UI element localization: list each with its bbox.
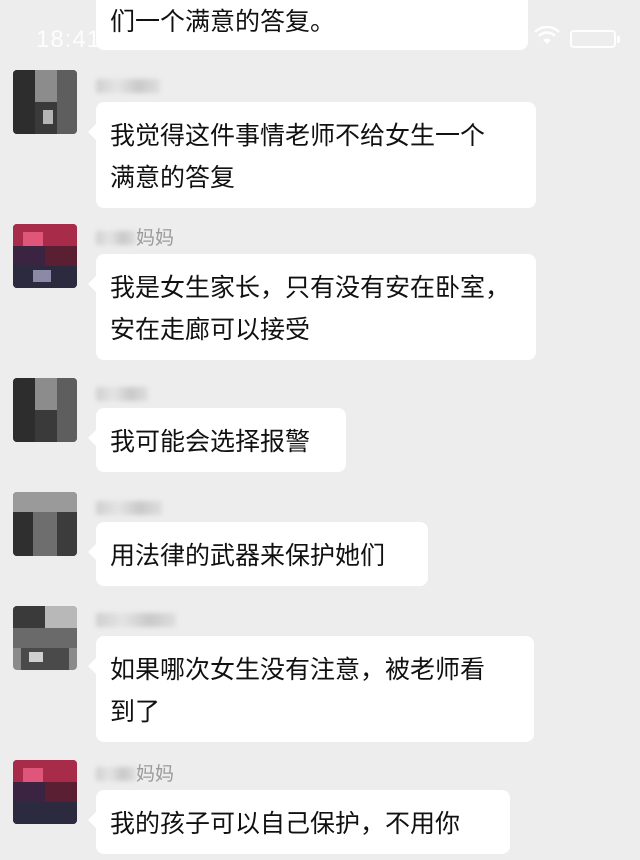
- avatar[interactable]: [13, 224, 77, 288]
- message-bubble[interactable]: 我可能会选择报警: [88, 408, 346, 472]
- message-bubble[interactable]: 我是女生家长，只有没有安在卧室， 安在走廊可以接受: [88, 254, 536, 360]
- avatar[interactable]: [13, 492, 77, 556]
- message-text: 我是女生家长，只有没有安在卧室，: [110, 273, 511, 302]
- message-text: 到了: [110, 697, 161, 726]
- sender-name: 妈妈: [96, 762, 174, 786]
- battery-icon: [570, 29, 620, 48]
- avatar[interactable]: [13, 760, 77, 824]
- message-bubble[interactable]: 如果哪次女生没有注意，被老师看 到了: [88, 636, 534, 742]
- message-bubble[interactable]: 用法律的武器来保护她们: [88, 522, 428, 586]
- avatar[interactable]: [13, 606, 77, 670]
- chat-message-list[interactable]: 们一个满意的答复。 我觉得这件事情老师不给女生一个 满意的答复 妈妈 我是女生家…: [0, 0, 640, 860]
- status-icons: [534, 25, 620, 51]
- message-text: 如果哪次女生没有注意，被老师看: [110, 655, 486, 684]
- message-text: 安在走廊可以接受: [110, 315, 311, 344]
- avatar[interactable]: [13, 378, 77, 442]
- message-text: 我觉得这件事情老师不给女生一个: [110, 121, 486, 150]
- message-bubble[interactable]: 我觉得这件事情老师不给女生一个 满意的答复: [88, 102, 536, 208]
- status-time: 18:41: [36, 26, 102, 53]
- message-text: 满意的答复: [110, 163, 236, 192]
- avatar[interactable]: [13, 70, 77, 134]
- sender-name: [96, 608, 176, 632]
- message-text: 用法律的武器来保护她们: [110, 541, 386, 570]
- message-text: 我的孩子可以自己保护，不用你: [110, 809, 461, 838]
- sender-name: 妈妈: [96, 226, 174, 250]
- message-bubble[interactable]: 我的孩子可以自己保护，不用你: [88, 790, 510, 854]
- message-text: 我可能会选择报警: [110, 427, 311, 456]
- sender-name: [96, 382, 148, 406]
- sender-name: [96, 74, 160, 98]
- sender-name: [96, 496, 162, 520]
- status-bar: 18:41: [0, 0, 640, 60]
- wifi-icon: [534, 25, 560, 51]
